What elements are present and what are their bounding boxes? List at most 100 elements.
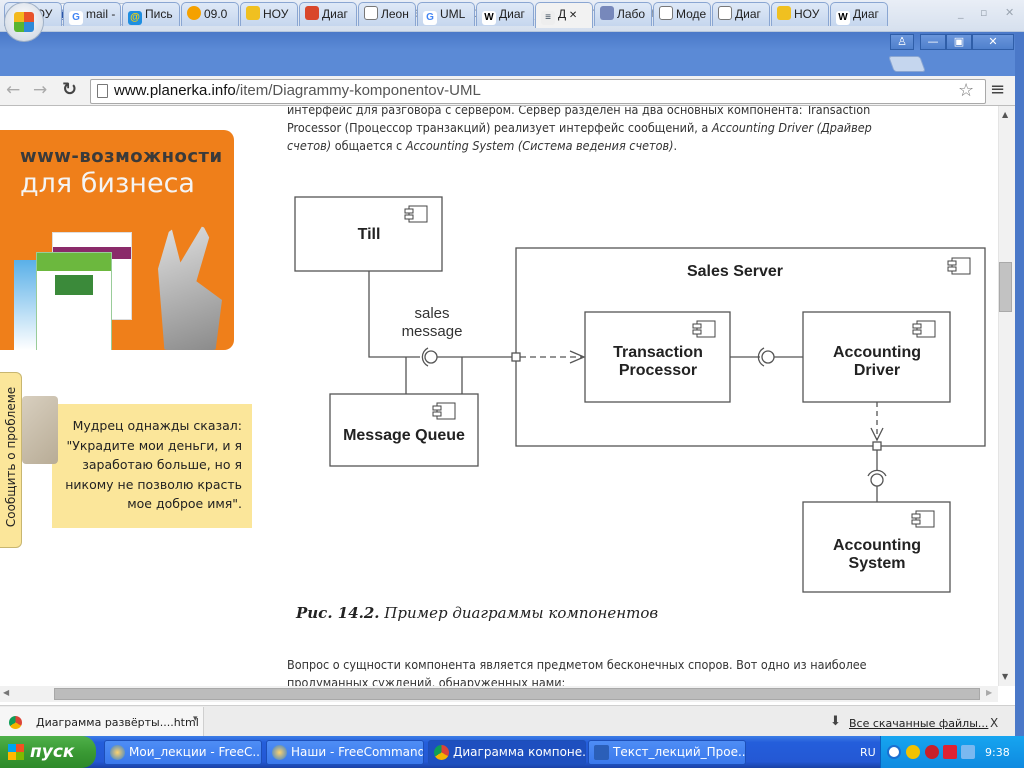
browser-tab[interactable]: 09.0	[181, 2, 239, 26]
browser-tab[interactable]: G UML	[417, 2, 475, 26]
browser-tab[interactable]: ≡ Д ✕	[535, 2, 593, 28]
close-download-bar-button[interactable]: X	[990, 716, 998, 730]
forward-icon[interactable]: →	[33, 80, 47, 100]
tab-label: Лабо	[617, 7, 646, 21]
tp-label-1: Transaction	[613, 344, 703, 361]
message-queue-label: Message Queue	[343, 427, 465, 444]
scroll-up-arrow-icon[interactable]: ▲	[1002, 110, 1008, 119]
browser-tab[interactable]: НОУ	[240, 2, 298, 26]
scroll-right-arrow-icon[interactable]: ▶	[986, 688, 992, 697]
as-label-2: System	[849, 555, 906, 572]
browser-tab[interactable]: Леон	[358, 2, 416, 26]
browser-tab[interactable]: Лабо	[594, 2, 652, 26]
browser-tab[interactable]: @ Пись	[122, 2, 180, 26]
vertical-scroll-thumb[interactable]	[999, 262, 1012, 312]
tab-label: Леон	[381, 7, 409, 21]
word-restore-button[interactable]: ▫	[980, 6, 987, 19]
new-tab-button[interactable]	[888, 56, 926, 72]
download-icon: ⬇	[830, 714, 841, 729]
google-icon: G	[69, 11, 83, 25]
taskbar-item-label: Текст_лекций_Прое...	[613, 745, 746, 759]
back-icon[interactable]: ←	[6, 80, 20, 100]
port-square	[872, 441, 882, 451]
tab-label: Д	[558, 7, 567, 21]
word-icon	[594, 745, 609, 760]
word-close-button[interactable]: ✕	[1005, 6, 1014, 19]
chrome-frame	[0, 32, 1024, 50]
download-options-icon[interactable]: ▾	[193, 714, 198, 724]
tab-label: Диаг	[322, 7, 348, 21]
tab-label: Диаг	[499, 7, 525, 21]
tab-label: НОУ	[263, 7, 289, 21]
freecommander-icon	[272, 745, 287, 760]
wikipedia-icon: W	[482, 11, 496, 25]
web-page: интерфейс для разговора с сервером. Серв…	[0, 106, 998, 686]
office-button[interactable]	[4, 2, 44, 42]
tab-label: Диаг	[735, 7, 761, 21]
all-downloads-link[interactable]: Все скачанные файлы...	[849, 717, 988, 730]
scroll-left-arrow-icon[interactable]: ◀	[3, 688, 9, 697]
tab-label: UML	[440, 7, 466, 21]
google-icon: G	[423, 11, 437, 25]
caption-text: Пример диаграммы компонентов	[379, 604, 659, 622]
taskbar-item-label: Мои_лекции - FreeC...	[129, 745, 262, 759]
till-label: Till	[358, 226, 381, 243]
clock[interactable]: 9:38	[985, 746, 1010, 759]
vertical-scrollbar[interactable]	[998, 106, 1015, 686]
para-line: продуманных суждений, обнаруженных нами:	[287, 675, 566, 686]
scroll-down-arrow-icon[interactable]: ▼	[1002, 672, 1008, 681]
bookmark-star-icon[interactable]: ☆	[958, 80, 974, 101]
download-filename[interactable]: Диаграмма развёрты....html	[36, 716, 199, 729]
chrome-maximize-button[interactable]: ▣	[946, 34, 972, 50]
start-button[interactable]: пуск	[0, 736, 96, 768]
url-text[interactable]: www.planerka.info/item/Diagrammy-kompone…	[114, 82, 481, 99]
tab-label: НОУ	[794, 7, 820, 21]
wikipedia-icon: W	[836, 11, 850, 25]
taskbar-item[interactable]: Мои_лекции - FreeC...	[104, 740, 262, 765]
office-logo-icon	[14, 12, 34, 32]
browser-tab[interactable]: Диаг	[712, 2, 770, 26]
start-label: пуск	[30, 742, 75, 762]
defender-icon[interactable]	[925, 745, 939, 759]
menu-icon[interactable]: ≡	[990, 79, 1005, 100]
page-icon	[659, 6, 673, 20]
taskbar-item[interactable]: Диаграмма компоне...	[428, 740, 586, 765]
freecommander-icon	[110, 745, 125, 760]
url-path: /item/Diagrammy-komponentov-UML	[235, 82, 481, 99]
chrome-icon	[434, 745, 449, 760]
interface-label-2: message	[402, 323, 463, 340]
word-minimize-button[interactable]: _	[958, 6, 964, 19]
taskbar-item[interactable]: Наши - FreeCommander	[266, 740, 424, 765]
taskbar-item-label: Диаграмма компоне...	[453, 745, 586, 759]
language-indicator[interactable]: RU	[860, 746, 876, 759]
tab-label: Моде	[676, 7, 707, 21]
network-icon[interactable]	[961, 745, 975, 759]
kaspersky-icon[interactable]	[943, 745, 957, 759]
chrome-icon	[9, 716, 22, 729]
show-hidden-icons-icon[interactable]	[887, 745, 901, 759]
browser-tab[interactable]: W Диаг	[830, 2, 888, 26]
close-tab-icon[interactable]: ✕	[566, 10, 577, 21]
horizontal-scroll-thumb[interactable]	[54, 688, 980, 700]
taskbar-item-label: Наши - FreeCommander	[291, 745, 424, 759]
mail-at-icon: @	[128, 11, 142, 25]
browser-tab[interactable]: Gmail -	[63, 2, 121, 26]
chrome-close-button[interactable]: ✕	[972, 34, 1014, 50]
component-diagram: Till Message Queue Sales Server Transact…	[294, 196, 986, 593]
taskbar-item[interactable]: Текст_лекций_Прое...	[588, 740, 746, 765]
figure-caption: Рис. 14.2. Пример диаграммы компонентов	[296, 604, 658, 622]
browser-tab[interactable]: Диаг	[299, 2, 357, 26]
chrome-minimize-button[interactable]: —	[920, 34, 946, 50]
reload-icon[interactable]: ↻	[62, 79, 77, 100]
windows-logo-icon	[8, 744, 24, 760]
browser-tab[interactable]: Моде	[653, 2, 711, 26]
browser-tab[interactable]: W Диаг	[476, 2, 534, 26]
security-shield-icon[interactable]	[906, 745, 920, 759]
browser-tab[interactable]: НОУ	[771, 2, 829, 26]
intuit-icon	[777, 6, 791, 20]
profile-button[interactable]: ♙	[890, 34, 914, 50]
tab-label: Диаг	[853, 7, 879, 21]
ad-label-2: Driver	[854, 362, 900, 379]
tab-label: 09.0	[204, 7, 228, 21]
till-connector	[368, 271, 420, 358]
